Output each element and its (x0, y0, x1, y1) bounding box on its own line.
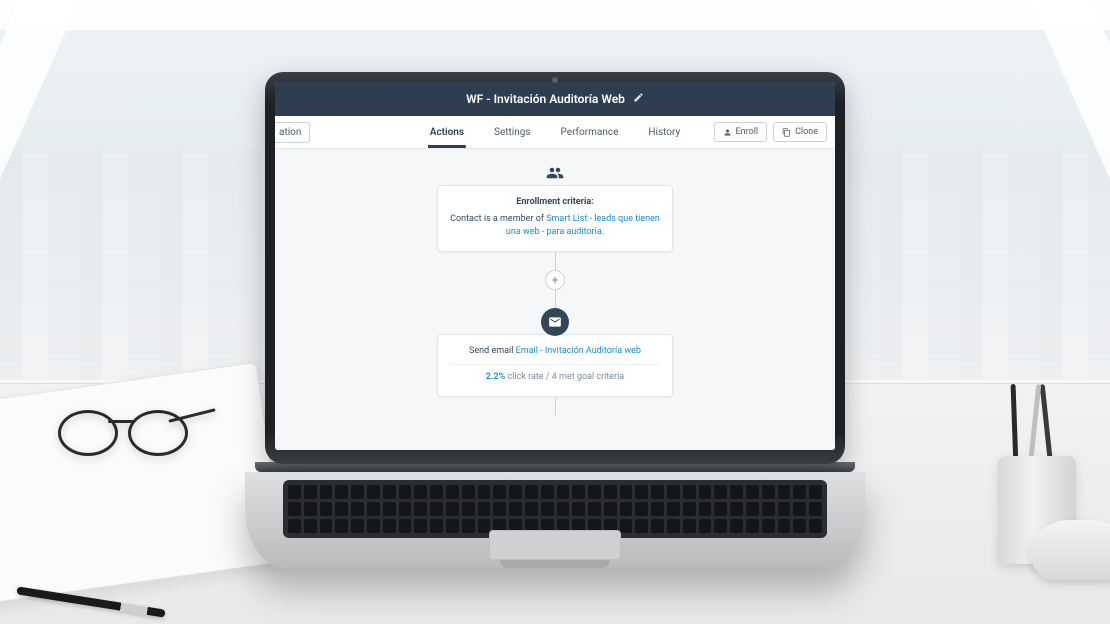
app-toolbar: ation Actions Settings Performance Histo… (275, 116, 835, 149)
workflow-canvas[interactable]: Enrollment criteria: Contact is a member… (275, 149, 835, 450)
enrollment-text: Contact is a member of Smart List - lead… (450, 213, 660, 239)
email-icon (541, 308, 569, 336)
clone-button-label: Clone (795, 127, 818, 137)
add-step-button[interactable]: + (545, 270, 565, 290)
laptop-trackpad (489, 530, 621, 560)
scene-glasses (58, 410, 198, 456)
enroll-button[interactable]: Enroll (714, 122, 768, 142)
send-email-text: Send email Email - Invitación Auditoría … (450, 345, 660, 358)
tab-performance[interactable]: Performance (559, 116, 621, 148)
stats-rest: click rate / 4 met goal criteria (505, 372, 624, 382)
scene-mouse (1030, 520, 1110, 580)
partial-button-left-label: ation (279, 127, 301, 138)
tab-label: Settings (494, 127, 531, 138)
tabs: Actions Settings Performance History (428, 116, 682, 148)
connector-line (555, 252, 556, 270)
laptop-deck (245, 472, 865, 568)
click-rate-value: 2.2% (486, 372, 505, 382)
tab-label: Actions (430, 127, 464, 138)
copy-icon (782, 128, 791, 137)
tab-history[interactable]: History (646, 116, 682, 148)
scene-paper (0, 362, 285, 604)
send-email-prefix: Send email (469, 346, 516, 356)
enroll-button-label: Enroll (736, 127, 759, 137)
connector-line (555, 290, 556, 308)
laptop: WF - Invitación Auditoría Web ation Acti… (245, 72, 865, 568)
connector-line (555, 397, 556, 415)
app-titlebar: WF - Invitación Auditoría Web (275, 82, 835, 116)
enrollment-heading: Enrollment criteria: (450, 196, 660, 209)
send-email-stats: 2.2% click rate / 4 met goal criteria (450, 364, 660, 384)
clone-button[interactable]: Clone (773, 122, 827, 142)
contacts-icon (541, 159, 569, 187)
scene-frame-top (0, 0, 1110, 30)
partial-button-left[interactable]: ation (275, 122, 310, 143)
tab-settings[interactable]: Settings (492, 116, 533, 148)
tab-actions[interactable]: Actions (428, 116, 466, 148)
edit-title-icon[interactable] (633, 92, 644, 106)
user-icon (723, 128, 732, 137)
send-email-link[interactable]: Email - Invitación Auditoría web (516, 346, 641, 356)
tab-label: Performance (561, 127, 619, 138)
send-email-card[interactable]: Send email Email - Invitación Auditoría … (437, 334, 673, 397)
tab-label: History (648, 127, 680, 138)
enrollment-prefix: Contact is a member of (450, 214, 546, 224)
enrollment-suffix: . (602, 227, 604, 237)
laptop-lid: WF - Invitación Auditoría Web ation Acti… (265, 72, 845, 464)
laptop-camera (552, 77, 558, 83)
workflow-title: WF - Invitación Auditoría Web (466, 92, 625, 106)
app-window: WF - Invitación Auditoría Web ation Acti… (275, 82, 835, 450)
enrollment-criteria-card[interactable]: Enrollment criteria: Contact is a member… (437, 185, 673, 252)
